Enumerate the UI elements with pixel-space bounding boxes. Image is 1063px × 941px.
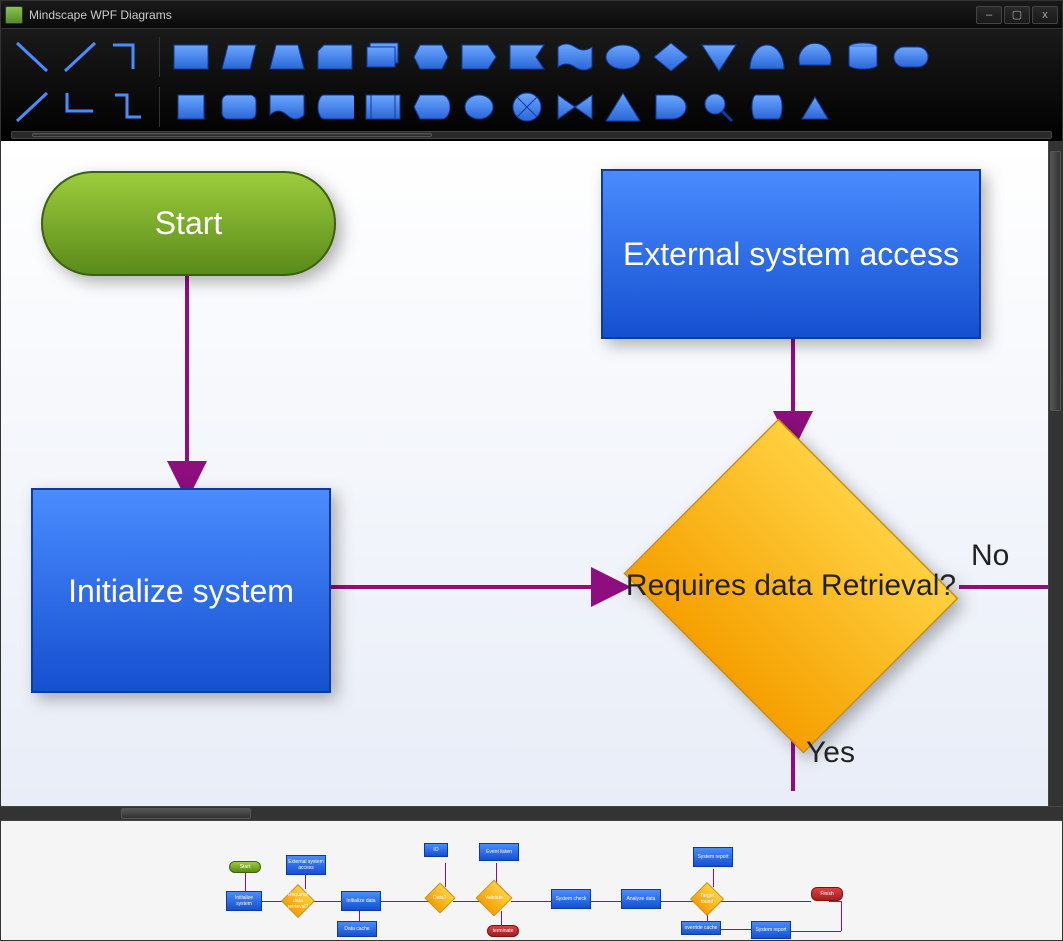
edge-label-yes: Yes: [806, 736, 855, 770]
tool-chord[interactable]: [794, 37, 836, 77]
overview-datacache[interactable]: Data cache: [337, 921, 377, 937]
tool-line-nw-se[interactable]: [11, 37, 53, 77]
diagram-overview[interactable]: Start External system access Initialize sy…: [1, 820, 1062, 940]
overview-initdata[interactable]: Initialize data: [341, 891, 381, 911]
tool-elbow-s[interactable]: [107, 87, 149, 127]
diagram-canvas[interactable]: Start External system access Initialize …: [1, 141, 1048, 806]
overview-sysrep1[interactable]: System report: [693, 847, 733, 867]
overview-ext[interactable]: External system access: [286, 855, 326, 875]
toolbox-scrollbar-thumb[interactable]: [32, 133, 432, 137]
tool-ellipse[interactable]: [602, 37, 644, 77]
decision-text: Requires data Retrieval?: [611, 431, 971, 741]
decision-node[interactable]: Requires data Retrieval?: [611, 431, 971, 741]
tool-card[interactable]: [314, 37, 356, 77]
shape-toolbox: [1, 29, 1062, 141]
tool-ellipse-small[interactable]: [458, 87, 500, 127]
overview-init[interactable]: Initialize system: [226, 891, 262, 911]
title-bar: Mindscape WPF Diagrams – ▢ x: [1, 1, 1062, 29]
tool-rounded-rect[interactable]: [218, 87, 260, 127]
maximize-button[interactable]: ▢: [1004, 6, 1030, 24]
toolbox-divider: [159, 37, 160, 77]
tool-parallelogram[interactable]: [218, 37, 260, 77]
overview-syscheck[interactable]: System check: [551, 889, 591, 909]
tool-display[interactable]: [410, 87, 452, 127]
tool-triangle-up[interactable]: [602, 87, 644, 127]
external-access-text: External system access: [623, 234, 959, 274]
overview-term[interactable]: terminate: [487, 925, 519, 937]
overview-start[interactable]: Start: [229, 861, 261, 873]
tool-pentagon-arrow[interactable]: [458, 37, 500, 77]
app-icon: [5, 6, 23, 24]
overview-override[interactable]: override cache: [681, 921, 721, 935]
tool-storage[interactable]: [314, 87, 356, 127]
canvas-hscroll-thumb[interactable]: [121, 808, 251, 819]
tool-diamond[interactable]: [650, 37, 692, 77]
tool-line-sw-ne[interactable]: [11, 87, 53, 127]
tool-elbow-right-down[interactable]: [107, 37, 149, 77]
toolbox-divider: [159, 87, 160, 127]
overview-sysrep2[interactable]: System report: [751, 921, 791, 939]
initialize-node[interactable]: Initialize system: [31, 488, 331, 693]
tool-circle-cross[interactable]: [506, 87, 548, 127]
close-button[interactable]: x: [1032, 6, 1058, 24]
tool-flag[interactable]: [506, 37, 548, 77]
tool-semi-circle[interactable]: [746, 37, 788, 77]
start-node[interactable]: Start: [41, 171, 336, 276]
tool-cylinder-h[interactable]: [746, 87, 788, 127]
overview-dec3[interactable]: Validate: [476, 880, 513, 917]
overview-finish[interactable]: Finish: [811, 887, 843, 901]
edge-label-no: No: [971, 539, 1009, 573]
start-node-text: Start: [155, 205, 223, 242]
overview-analyze[interactable]: Analyze data: [621, 889, 661, 909]
window-title: Mindscape WPF Diagrams: [29, 8, 172, 22]
tool-square[interactable]: [170, 87, 212, 127]
tool-doc[interactable]: [266, 87, 308, 127]
canvas-vscroll-thumb[interactable]: [1050, 151, 1061, 411]
tool-wave-rect[interactable]: [554, 37, 596, 77]
overview-dec4[interactable]: Target found: [690, 882, 724, 916]
tool-magnifier[interactable]: [698, 87, 740, 127]
tool-small-triangle[interactable]: [794, 87, 836, 127]
tool-oval[interactable]: [890, 37, 932, 77]
tool-elbow-down-right[interactable]: [59, 87, 101, 127]
canvas-vertical-scrollbar[interactable]: [1048, 141, 1062, 806]
tool-cylinder[interactable]: [842, 37, 884, 77]
overview-eventlisten[interactable]: Event listen: [479, 843, 519, 861]
tool-triangle-down[interactable]: [698, 37, 740, 77]
toolbox-scrollbar[interactable]: [11, 131, 1052, 139]
overview-dec2[interactable]: Data?: [424, 882, 455, 913]
tool-bowtie[interactable]: [554, 87, 596, 127]
minimize-button[interactable]: –: [976, 6, 1002, 24]
tool-and-gate[interactable]: [650, 87, 692, 127]
overview-dec1[interactable]: Requires data retrieval?: [281, 884, 315, 918]
overview-io[interactable]: IO: [424, 843, 448, 857]
tool-predefined[interactable]: [362, 87, 404, 127]
initialize-text: Initialize system: [68, 571, 294, 611]
tool-rect[interactable]: [170, 37, 212, 77]
external-access-node[interactable]: External system access: [601, 169, 981, 339]
tool-line-ne-sw[interactable]: [59, 37, 101, 77]
tool-multi-doc[interactable]: [362, 37, 404, 77]
canvas-horizontal-scrollbar[interactable]: [1, 806, 1062, 820]
tool-trapezoid[interactable]: [266, 37, 308, 77]
tool-hexagon[interactable]: [410, 37, 452, 77]
